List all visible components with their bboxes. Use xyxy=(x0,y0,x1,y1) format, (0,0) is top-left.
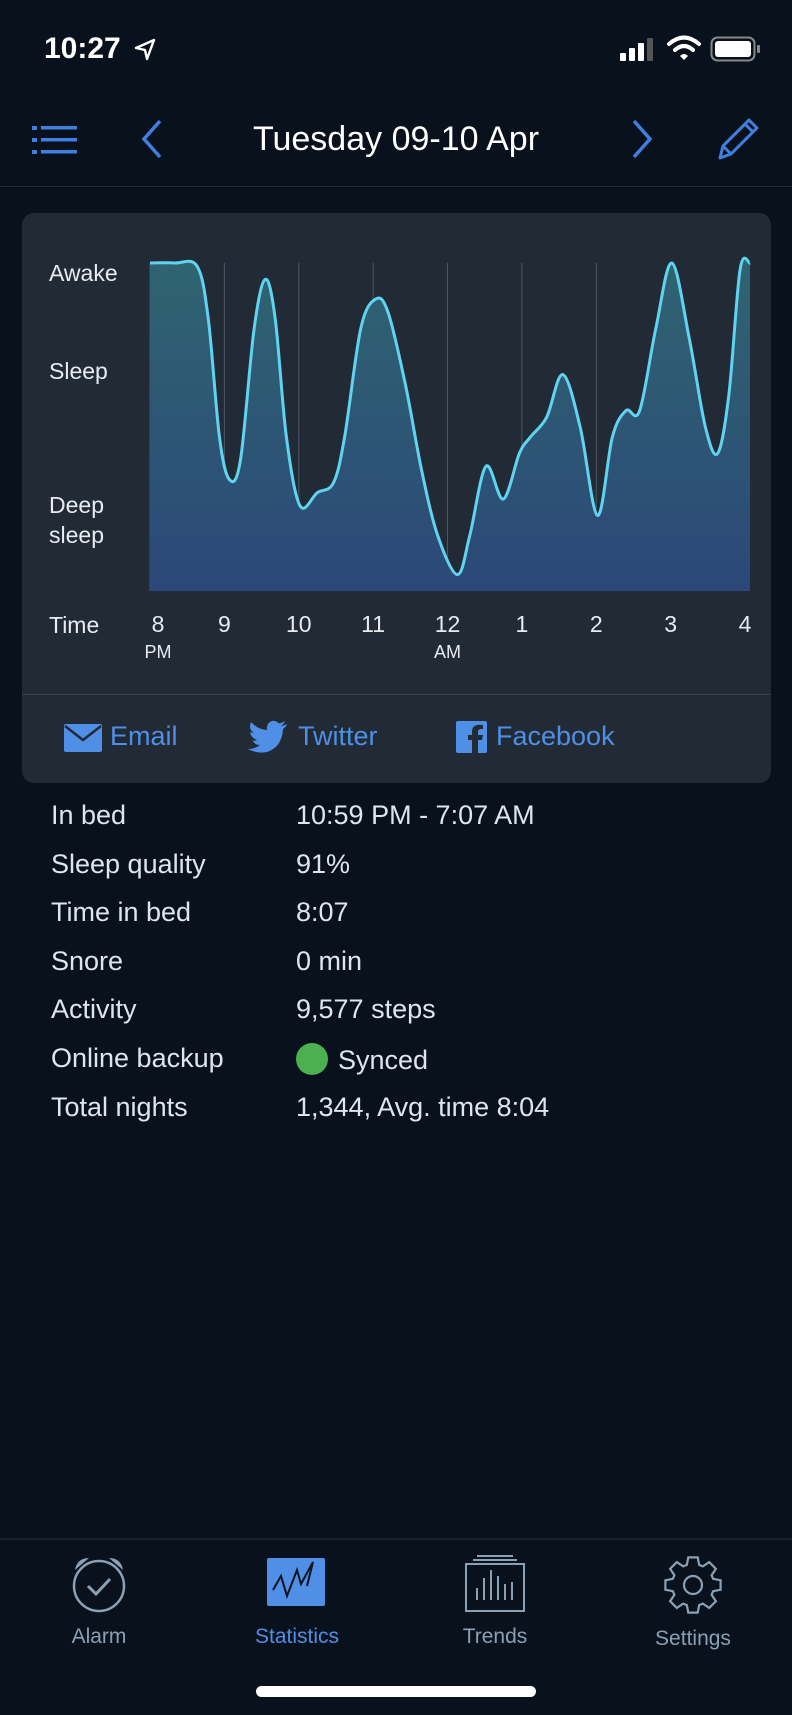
x-tick-sublabel: AM xyxy=(434,642,462,662)
stat-label: Activity xyxy=(51,994,137,1025)
x-tick-label: 11 xyxy=(361,611,386,637)
home-indicator[interactable] xyxy=(256,1686,536,1697)
tab-label: Settings xyxy=(655,1627,731,1650)
facebook-share-button[interactable]: Facebook xyxy=(496,721,615,752)
sleep-chart xyxy=(149,256,752,591)
stat-value: Synced xyxy=(296,1043,428,1076)
alarm-clock-icon xyxy=(72,1558,126,1613)
x-tick-sublabel: PM xyxy=(144,642,172,662)
stat-value: 10:59 PM - 7:07 AM xyxy=(296,800,535,830)
email-icon[interactable] xyxy=(64,724,102,752)
stat-label: In bed xyxy=(51,800,127,830)
tab-settings[interactable]: Settings xyxy=(594,1554,792,1651)
tab-label: Statistics xyxy=(254,1625,340,1648)
stat-value: 1,344, Avg. time 8:04 xyxy=(296,1091,550,1122)
tab-bar-divider xyxy=(0,1538,792,1540)
tab-label: Trends xyxy=(462,1625,528,1648)
stat-value: 91% xyxy=(296,848,351,879)
facebook-icon[interactable] xyxy=(456,721,487,753)
x-tick-label: 10 xyxy=(285,611,312,637)
email-share-button[interactable]: Email xyxy=(110,721,178,752)
trends-icon xyxy=(465,1555,525,1612)
x-tick-label: 12 xyxy=(434,611,461,637)
tab-trends[interactable]: Trends xyxy=(396,1554,594,1649)
x-tick-label: 9 xyxy=(217,611,231,637)
x-tick-label: 4 xyxy=(738,611,752,637)
synced-status-text: Synced xyxy=(338,1045,429,1075)
stat-value: 9,577 steps xyxy=(296,994,436,1025)
tab-statistics[interactable]: Statistics xyxy=(198,1554,396,1649)
share-divider xyxy=(22,694,771,695)
stat-label: Total nights xyxy=(51,1091,188,1122)
stat-label: Snore xyxy=(51,945,124,976)
stat-label: Time in bed xyxy=(51,897,192,928)
x-tick-label: 2 xyxy=(589,611,603,637)
gear-icon xyxy=(664,1556,722,1614)
x-tick-label: 3 xyxy=(664,611,678,637)
twitter-icon[interactable] xyxy=(248,720,288,754)
x-tick-label: 1 xyxy=(515,611,529,637)
stat-value: 0 min xyxy=(296,945,363,976)
twitter-share-button[interactable]: Twitter xyxy=(298,721,378,752)
statistics-icon xyxy=(267,1558,325,1606)
stat-label: Sleep quality xyxy=(51,848,206,879)
tab-label: Alarm xyxy=(71,1625,127,1648)
stat-value: 8:07 xyxy=(296,897,349,928)
synced-status-dot xyxy=(296,1043,328,1075)
tab-alarm[interactable]: Alarm xyxy=(0,1554,198,1649)
x-tick-label: 8 xyxy=(151,611,165,637)
stat-label: Online backup xyxy=(51,1043,224,1073)
